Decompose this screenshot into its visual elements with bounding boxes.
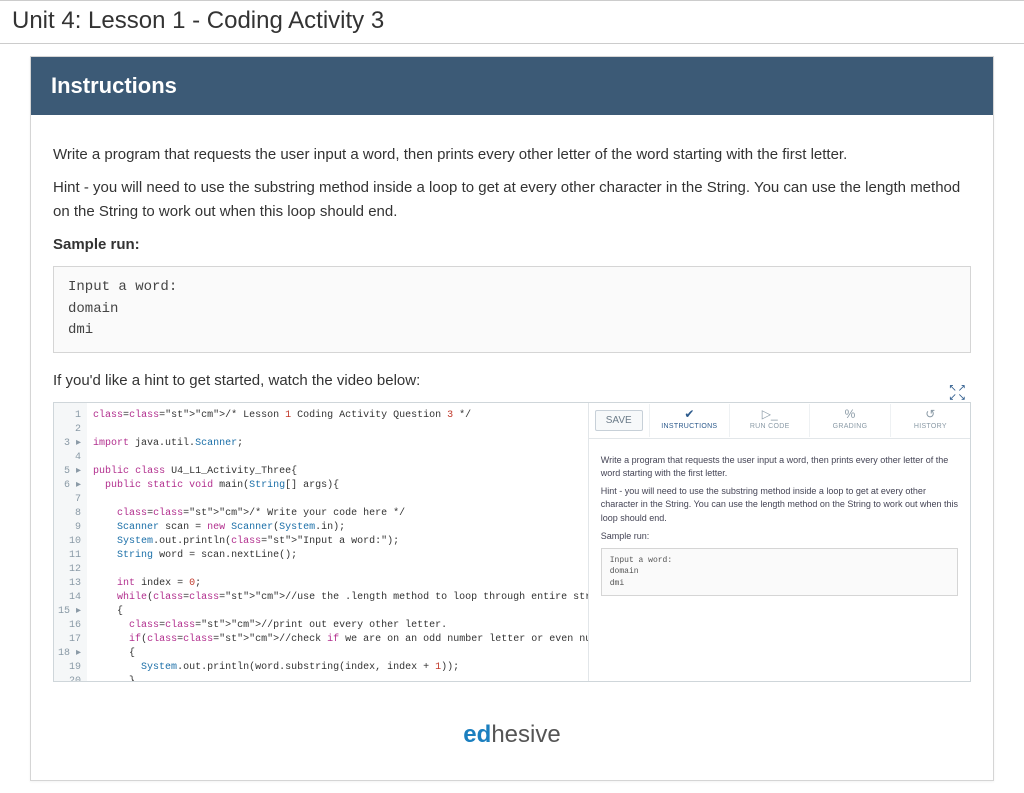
history-icon: ↺ — [925, 408, 935, 420]
brand-right: hesive — [491, 721, 560, 748]
tab-history[interactable]: ↺ HISTORY — [890, 404, 970, 437]
check-icon: ✔ — [684, 408, 694, 420]
mini-p1: Write a program that requests the user i… — [601, 454, 958, 480]
right-panel: SAVE ✔ INSTRUCTIONS ▷_ RUN CODE % GRADIN… — [589, 403, 970, 681]
ide-area: ↖ ↗↙ ↘ 123 ▸45 ▸6 ▸789101112131415 ▸1617… — [53, 402, 971, 682]
mini-sample-label: Sample run: — [601, 530, 958, 543]
ide-toolbar: SAVE ✔ INSTRUCTIONS ▷_ RUN CODE % GRADIN… — [589, 403, 970, 439]
terminal-icon: ▷_ — [762, 408, 778, 420]
percent-icon: % — [845, 408, 856, 420]
mini-instructions: Write a program that requests the user i… — [589, 439, 970, 606]
tab-grading[interactable]: % GRADING — [809, 404, 889, 437]
instructions-p1: Write a program that requests the user i… — [53, 143, 971, 166]
instructions-header: Instructions — [31, 57, 993, 115]
sample-run-label: Sample run: — [53, 233, 971, 256]
code-editor[interactable]: class=class="st">"cm">/* Lesson 1 Coding… — [87, 403, 588, 681]
page-title: Unit 4: Lesson 1 - Coding Activity 3 — [0, 0, 1024, 44]
instructions-p2: Hint - you will need to use the substrin… — [53, 176, 971, 223]
mini-p2: Hint - you will need to use the substrin… — [601, 485, 958, 524]
instructions-card: Instructions Write a program that reques… — [30, 56, 994, 781]
sample-run-box: Input a word: domain dmi — [53, 266, 971, 353]
tab-instructions[interactable]: ✔ INSTRUCTIONS — [649, 404, 729, 437]
tab-run-code[interactable]: ▷_ RUN CODE — [729, 404, 809, 437]
brand-logo: edhesive — [53, 702, 971, 761]
brand-left: ed — [463, 721, 491, 748]
expand-icon[interactable]: ↖ ↗↙ ↘ — [948, 384, 965, 402]
line-gutter: 123 ▸45 ▸6 ▸789101112131415 ▸161718 ▸192… — [54, 403, 87, 681]
mini-sample-box: Input a word: domain dmi — [601, 548, 958, 597]
save-button[interactable]: SAVE — [595, 410, 643, 431]
ide-frame: 123 ▸45 ▸6 ▸789101112131415 ▸161718 ▸192… — [53, 402, 971, 682]
hint-video-text: If you'd like a hint to get started, wat… — [53, 369, 971, 392]
instructions-body: Write a program that requests the user i… — [31, 115, 993, 780]
code-panel: 123 ▸45 ▸6 ▸789101112131415 ▸161718 ▸192… — [54, 403, 589, 681]
